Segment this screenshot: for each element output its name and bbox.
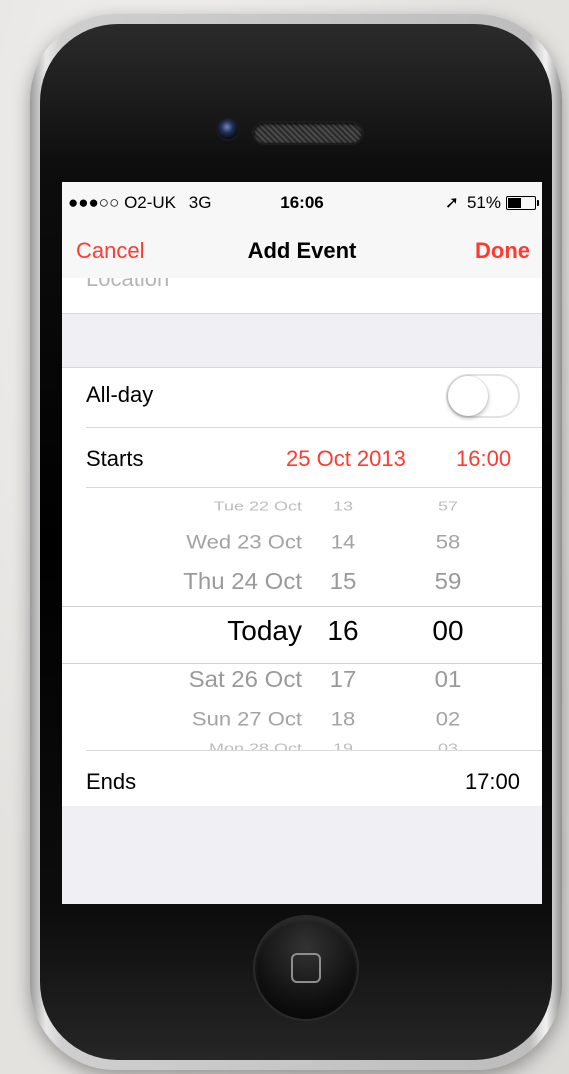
picker-hour[interactable]: 16	[308, 615, 378, 647]
earpiece-speaker	[254, 123, 362, 143]
all-day-toggle[interactable]	[446, 374, 520, 418]
grouped-background	[62, 806, 542, 904]
picker-hour[interactable]: 15	[308, 568, 378, 595]
picker-day[interactable]: Sun 27 Oct	[62, 707, 302, 730]
picker-minute[interactable]: 02	[413, 707, 483, 730]
picker-day[interactable]: Thu 24 Oct	[62, 568, 302, 595]
ends-time-value[interactable]: 17:00	[465, 769, 520, 795]
location-placeholder: Location	[86, 278, 170, 291]
page-title: Add Event	[247, 238, 357, 263]
picker-hour[interactable]: 17	[308, 666, 378, 693]
picker-day[interactable]: Tue 22 Oct	[62, 499, 302, 514]
location-arrow-icon: ➚	[444, 193, 459, 212]
front-camera-icon	[218, 119, 238, 139]
home-button[interactable]	[255, 917, 357, 1019]
starts-time-value[interactable]: 16:00	[456, 446, 511, 472]
picker-minute[interactable]: 00	[413, 615, 483, 647]
picker-minute[interactable]: 59	[413, 568, 483, 595]
battery-tip	[537, 200, 539, 206]
ends-label: Ends	[86, 769, 137, 794]
date-time-picker[interactable]: Mon 21 OctTue 22 OctWed 23 OctThu 24 Oct…	[62, 488, 542, 750]
divider	[86, 750, 542, 751]
picker-day[interactable]: Sat 26 Oct	[62, 666, 302, 693]
picker-hour[interactable]: 14	[308, 530, 378, 553]
divider	[86, 427, 542, 428]
picker-hour[interactable]: 19	[308, 741, 378, 750]
navigation-bar: Cancel Add Event Done	[62, 222, 542, 279]
status-bar: ●●●○○ O2-UK 3G 16:06 ➚ 51%	[62, 182, 542, 222]
phone-screen: ●●●○○ O2-UK 3G 16:06 ➚ 51% Cancel Add Ev…	[62, 182, 542, 904]
picker-minute[interactable]: 58	[413, 530, 483, 553]
picker-hour[interactable]: 13	[308, 499, 378, 514]
picker-day[interactable]: Today	[62, 615, 302, 647]
home-square-icon	[291, 953, 321, 983]
done-button[interactable]: Done	[475, 238, 530, 264]
battery-percent: 51%	[466, 193, 501, 212]
date-settings-group: All-day Starts 25 Oct 2013 16:00 Mon 21 …	[62, 367, 542, 807]
picker-day[interactable]: Wed 23 Oct	[62, 530, 302, 553]
picker-minute[interactable]: 01	[413, 666, 483, 693]
starts-date-value[interactable]: 25 Oct 2013	[286, 446, 406, 472]
battery-fill	[508, 198, 521, 208]
toggle-knob	[448, 376, 488, 416]
picker-minute[interactable]: 03	[413, 741, 483, 750]
battery-icon	[506, 196, 539, 210]
picker-minute[interactable]: 57	[413, 499, 483, 514]
location-field[interactable]: Location	[62, 278, 542, 314]
starts-label: Starts	[86, 446, 144, 471]
status-right: ➚ 51%	[444, 193, 539, 213]
picker-hour[interactable]: 18	[308, 707, 378, 730]
all-day-label: All-day	[86, 382, 154, 407]
picker-day[interactable]: Mon 28 Oct	[62, 741, 302, 750]
